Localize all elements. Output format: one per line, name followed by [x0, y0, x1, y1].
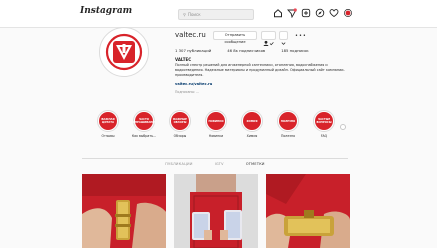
story-highlight[interactable]: ЧАСТО СПРАШИВАЮТ Как выбрать... [130, 110, 158, 138]
search-placeholder: Поиск [187, 12, 201, 17]
brass-fitting-photo [82, 174, 166, 248]
highlight-cover: ВАЖНЫЕ ОБЗОРЫ [169, 110, 191, 132]
highlight-cover-text: НОВИНКИ [207, 112, 225, 130]
story-highlight[interactable]: ЧАСТЫЕ ВОПРОСЫ FAQ [310, 110, 338, 138]
highlight-cover-text: ЧАСТО СПРАШИВАЮТ [133, 112, 155, 130]
highlight-cover: ПОЛЕЗНО [277, 110, 299, 132]
instagram-logo[interactable]: Instagram [80, 6, 132, 16]
story-highlight[interactable]: ПОЛЕЗНО Полезно [274, 110, 302, 138]
profile-avatar-icon[interactable] [343, 8, 353, 18]
story-highlight[interactable]: ХИМИЯ Химия [238, 110, 266, 138]
post-thumbnail[interactable] [82, 174, 166, 248]
new-post-icon[interactable] [301, 8, 311, 18]
home-icon[interactable] [273, 8, 283, 18]
post-thumbnail[interactable] [266, 174, 350, 248]
story-highlights: ВАЖНАЯ ЦИТАТА Отзывы ЧАСТО СПРАШИВАЮТ Как в… [94, 110, 354, 150]
highlight-cover: НОВИНКИ [205, 110, 227, 132]
valtec-logo-icon [103, 31, 145, 73]
highlight-label: Полезно [280, 134, 296, 138]
send-message-button[interactable]: Отправить сообщение [213, 31, 257, 44]
man-with-packages-photo [174, 174, 258, 248]
story-highlight[interactable]: ВАЖНАЯ ЦИТАТА Отзывы [94, 110, 122, 138]
profile-bio: Полный спектр решений для инженерной сан… [175, 63, 345, 77]
post-thumbnail[interactable] [174, 174, 258, 248]
tabs-divider [82, 158, 348, 159]
story-highlight[interactable]: НОВИНКИ Новинки [202, 110, 230, 138]
story-highlight[interactable]: ВАЖНЫЕ ОБЗОРЫ Обзоры [166, 110, 194, 138]
more-options-icon[interactable]: ••• [295, 33, 307, 39]
profile-website-link[interactable]: valtec.ru/valtec.ru [175, 82, 212, 86]
highlights-next-arrow[interactable] [340, 124, 346, 130]
profile-avatar[interactable] [99, 27, 149, 77]
highlight-label: Отзывы [101, 134, 115, 138]
highlight-cover: ХИМИЯ [241, 110, 263, 132]
highlight-cover-text: ХИМИЯ [243, 112, 261, 130]
profile-full-name: VALTEC [175, 57, 192, 62]
search-icon: ⚲ [183, 12, 186, 17]
highlight-cover-text: ВАЖНЫЕ ОБЗОРЫ [171, 112, 189, 130]
followers-count[interactable]: 46 8к подписчиков [227, 48, 265, 53]
highlight-label: Как выбрать... [131, 134, 157, 138]
direct-messages-icon[interactable] [287, 8, 297, 18]
highlight-cover-text: ПОЛЕЗНО [279, 112, 297, 130]
highlight-cover: ЧАСТО СПРАШИВАЮТ [133, 110, 155, 132]
brass-valve-photo [266, 174, 350, 248]
following-button[interactable] [261, 31, 276, 46]
profile-tabs: ПУБЛИКАЦИИ IGTV ОТМЕТКИ [82, 162, 348, 166]
chevron-down-icon [281, 42, 286, 45]
valtec-logo-avatar [102, 30, 146, 74]
nav-icons [273, 8, 353, 18]
explore-icon[interactable] [315, 8, 325, 18]
tab-tagged[interactable]: ОТМЕТКИ [246, 162, 265, 166]
highlight-cover-text: ВАЖНАЯ ЦИТАТА [99, 112, 117, 130]
highlight-label: FAQ [320, 134, 328, 138]
followed-by-text[interactable]: Подписаны: ... [175, 90, 199, 94]
highlight-label: Обзоры [173, 134, 187, 138]
search-input[interactable]: ⚲ Поиск [178, 9, 254, 20]
tab-posts[interactable]: ПУБЛИКАЦИИ [165, 162, 192, 166]
profile-username: valtec.ru [175, 31, 206, 39]
tab-igtv[interactable]: IGTV [215, 162, 224, 166]
highlight-cover: ЧАСТЫЕ ВОПРОСЫ [313, 110, 335, 132]
following-count[interactable]: 185 подписок [281, 48, 309, 53]
highlight-cover-text: ЧАСТЫЕ ВОПРОСЫ [315, 112, 333, 130]
posts-grid [82, 174, 350, 248]
person-check-icon [263, 40, 274, 46]
posts-count: 1 307 публикаций [175, 48, 212, 53]
suggestions-dropdown-button[interactable] [279, 31, 288, 45]
profile-stats: 1 307 публикаций 46 8к подписчиков 185 п… [175, 48, 325, 53]
highlight-cover: ВАЖНАЯ ЦИТАТА [97, 110, 119, 132]
highlight-label: Новинки [208, 134, 224, 138]
activity-heart-icon[interactable] [329, 8, 339, 18]
highlight-label: Химия [246, 134, 258, 138]
top-navigation-bar: Instagram ⚲ Поиск [0, 0, 437, 28]
